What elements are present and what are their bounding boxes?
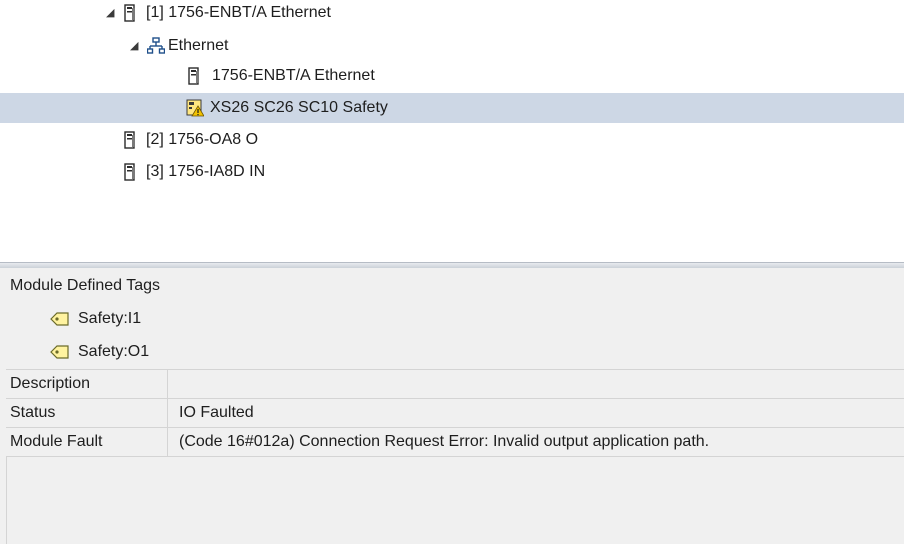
grid-bottom-border — [6, 456, 904, 457]
tree-item-xs26-safety[interactable]: XS26 SC26 SC10 Safety — [0, 93, 904, 123]
module-icon — [124, 131, 135, 149]
module-icon — [124, 4, 135, 22]
property-name: Description — [6, 370, 168, 398]
collapse-arrow-icon[interactable]: ◢ — [130, 31, 138, 61]
tag-item[interactable]: Safety:I1 — [0, 305, 904, 333]
tree-item-label: XS26 SC26 SC10 Safety — [210, 99, 388, 116]
tree-item-enbt-slot1[interactable]: ◢ [1] 1756-ENBT/A Ethernet — [0, 0, 904, 28]
tree-item-label: [1] 1756-ENBT/A Ethernet — [146, 4, 331, 21]
tree-item-ia8d-slot3[interactable]: [3] 1756-IA8D IN — [0, 157, 904, 187]
property-name: Module Fault — [6, 428, 168, 456]
property-value[interactable]: IO Faulted — [169, 399, 904, 427]
tag-item[interactable]: Safety:O1 — [0, 338, 904, 366]
tree-item-label: [3] 1756-IA8D IN — [146, 163, 266, 180]
property-row-description[interactable]: Description — [6, 369, 904, 398]
tree-item-ethernet-network[interactable]: ◢ Ethernet — [0, 31, 904, 61]
tag-icon — [50, 312, 69, 326]
collapse-arrow-icon[interactable]: ◢ — [106, 0, 114, 28]
controller-organizer-tree[interactable]: ◢ [1] 1756-ENBT/A Ethernet ◢ Ethernet 17… — [0, 0, 904, 262]
tag-label: Safety:O1 — [78, 343, 150, 360]
property-name: Status — [6, 399, 168, 427]
module-icon — [188, 67, 199, 85]
property-row-module-fault[interactable]: Module Fault (Code 16#012a) Connection R… — [6, 427, 904, 456]
module-defined-tags-header[interactable]: Module Defined Tags — [0, 268, 904, 304]
section-header-label: Module Defined Tags — [10, 277, 161, 294]
property-value[interactable] — [169, 370, 904, 398]
network-icon — [147, 37, 165, 54]
tree-item-label: 1756-ENBT/A Ethernet — [212, 67, 375, 84]
tag-icon — [50, 345, 69, 359]
tree-item-oa8-slot2[interactable]: [2] 1756-OA8 O — [0, 125, 904, 155]
property-row-status[interactable]: Status IO Faulted — [6, 398, 904, 427]
tag-label: Safety:I1 — [78, 310, 142, 327]
warning-module-icon — [186, 99, 204, 117]
module-icon — [124, 163, 135, 181]
tree-item-enbt-on-network[interactable]: 1756-ENBT/A Ethernet — [0, 61, 904, 91]
tree-item-label: [2] 1756-OA8 O — [146, 131, 259, 148]
property-value[interactable]: (Code 16#012a) Connection Request Error:… — [169, 428, 904, 456]
properties-panel: Module Defined Tags Safety:I1 Safety:O1 … — [0, 268, 904, 544]
tree-item-label: Ethernet — [168, 37, 229, 54]
